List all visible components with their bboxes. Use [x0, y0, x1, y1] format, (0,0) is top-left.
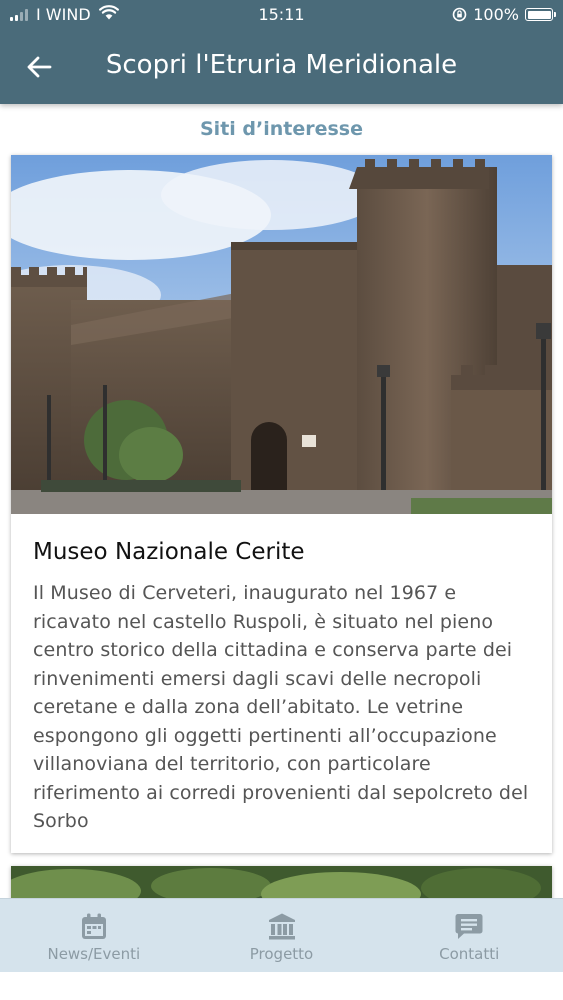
tab-project[interactable]: Progetto	[188, 899, 376, 972]
tab-project-label: Progetto	[249, 945, 314, 963]
page-title: Scopri l'Etruria Meridionale	[105, 50, 458, 80]
section-title: Siti d’interesse	[200, 118, 363, 140]
site-card-description: Il Museo di Cerveteri, inaugurato nel 19…	[33, 582, 529, 832]
orientation-lock-icon	[452, 7, 467, 22]
tab-news-events[interactable]: News/Eventi	[0, 899, 188, 972]
calendar-icon	[79, 911, 109, 941]
tab-news-events-label: News/Eventi	[47, 945, 141, 963]
status-right: 100%	[452, 5, 556, 24]
app-header: I WIND 15:11 100% Scopri l'Etruria Merid…	[0, 0, 563, 104]
next-site-card-image	[11, 866, 552, 898]
tab-contacts-label: Contatti	[439, 945, 500, 963]
battery-icon	[525, 8, 556, 21]
chat-icon	[454, 911, 484, 941]
site-card[interactable]: Museo Nazionale Cerite Il Museo di Cerve…	[11, 155, 552, 853]
site-card-title: Museo Nazionale Cerite	[33, 539, 305, 565]
tab-contacts[interactable]: Contatti	[375, 899, 563, 972]
next-site-card[interactable]	[11, 866, 552, 898]
status-bar: I WIND 15:11 100%	[0, 0, 563, 30]
main-content[interactable]: Siti d’interesse Museo Nazionale Cerite …	[0, 104, 563, 898]
site-card-image	[11, 155, 552, 514]
app-bar: Scopri l'Etruria Meridionale	[0, 30, 563, 104]
bottom-tab-bar: News/Eventi Progetto Contatti	[0, 898, 563, 972]
home-indicator-area	[0, 972, 563, 1000]
battery-percent: 100%	[473, 5, 519, 24]
museum-icon	[267, 911, 297, 941]
